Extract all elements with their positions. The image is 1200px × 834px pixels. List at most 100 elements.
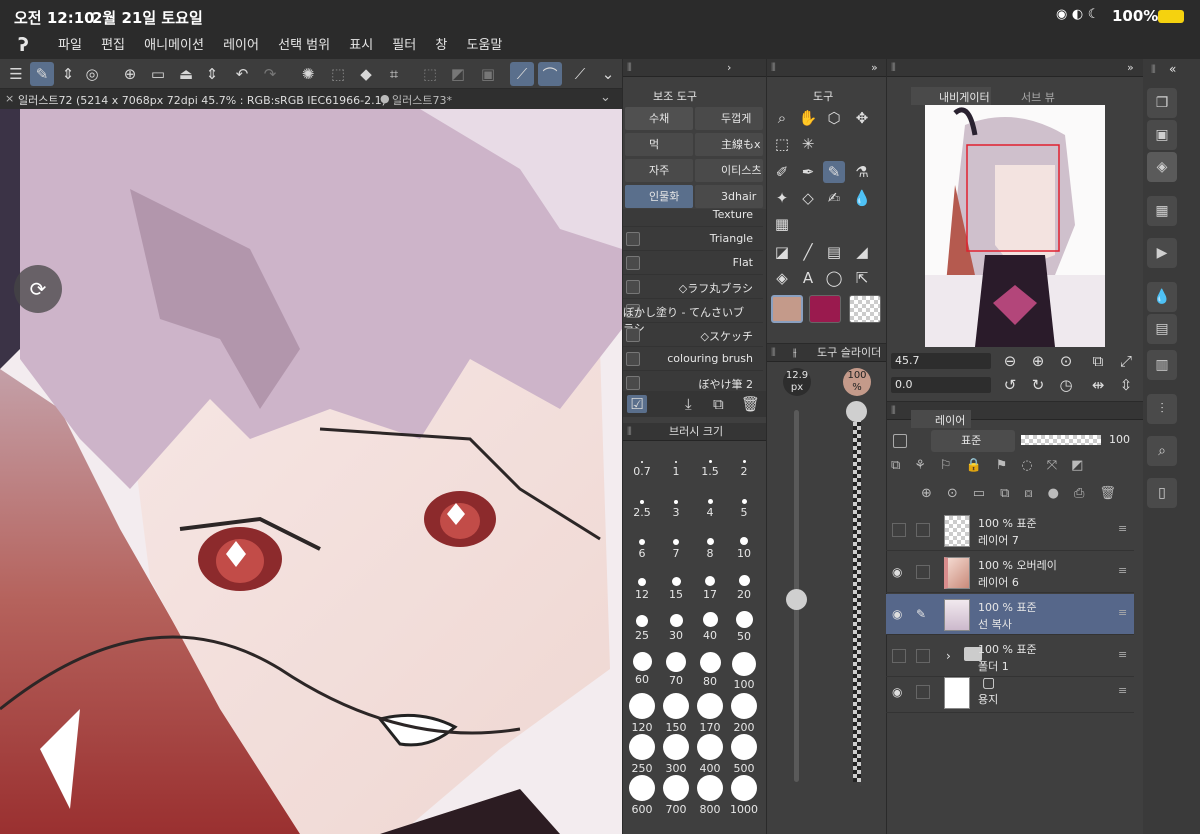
fullscreen-icon[interactable]: ⤢: [1115, 350, 1137, 372]
chevron-down-icon[interactable]: ⌄: [596, 62, 620, 86]
actual-size-icon[interactable]: ⊙: [1055, 350, 1077, 372]
brush-row[interactable]: ◇ラフ丸ブラシ: [623, 275, 763, 299]
brush-size-option[interactable]: 7: [659, 527, 693, 567]
open-folder-icon[interactable]: ▭: [146, 62, 170, 86]
correct-line-icon[interactable]: ⇱: [851, 267, 873, 289]
zoom-out-icon[interactable]: ⊖: [999, 350, 1021, 372]
airbrush-icon[interactable]: ⚗: [851, 161, 873, 183]
opacity-slider-track[interactable]: [853, 410, 861, 782]
rotate-right-icon[interactable]: ↻: [1027, 374, 1049, 396]
transparent-color-swatch[interactable]: [849, 295, 881, 323]
app-logo-icon[interactable]: ʔ: [18, 34, 29, 56]
brush-size-option[interactable]: 2: [727, 445, 761, 485]
sidebar-book-icon[interactable]: ▯: [1147, 478, 1177, 508]
layer-property-toolbar[interactable]: ⧉⚘⚐🔒⚑◌⤧◩: [891, 458, 1141, 482]
fill-bucket-icon[interactable]: ◈: [771, 267, 793, 289]
brush-size-option[interactable]: 400: [693, 732, 727, 775]
magic-wand-icon[interactable]: ✳: [797, 133, 819, 155]
lock-box[interactable]: [916, 565, 930, 579]
drag-handle-icon[interactable]: ≡: [1118, 564, 1127, 577]
rotate-field[interactable]: 0.0: [891, 377, 991, 393]
brush-size-option[interactable]: 120: [625, 691, 659, 734]
flip-horizontal-icon[interactable]: ⇹: [1087, 374, 1109, 396]
subtool-thick[interactable]: 두껍게 칠: [695, 107, 763, 148]
opacity-bar[interactable]: [1021, 435, 1101, 445]
size-slider-handle[interactable]: [786, 589, 807, 610]
fill-icon[interactable]: ◆: [354, 62, 378, 86]
brush-size-option[interactable]: 80: [693, 650, 727, 690]
tab-subview[interactable]: 서브 뷰: [999, 87, 1059, 105]
menu-filter[interactable]: 필터: [392, 32, 416, 59]
pencil-edit-icon[interactable]: ✎: [916, 607, 930, 621]
ruler-snap-icon[interactable]: ⟋: [510, 62, 534, 86]
gradient-icon[interactable]: ◪: [771, 241, 793, 263]
navigator-preview[interactable]: [925, 105, 1105, 347]
tab-active[interactable]: 일러스트72 (5214 x 7068px 72dpi 45.7% : RGB:…: [18, 92, 386, 108]
brush-row[interactable]: ぼかし塗り - てんさいブラシ: [623, 299, 763, 335]
panel-collapse-icon[interactable]: ›: [727, 59, 731, 77]
subtool-jaju[interactable]: 자주: [625, 159, 693, 182]
brush-size-option[interactable]: 1.5: [693, 445, 727, 485]
sidebar-drops-icon[interactable]: 💧: [1147, 282, 1177, 312]
menu-file[interactable]: 파일: [58, 32, 82, 59]
brush-size-option[interactable]: 60: [625, 650, 659, 690]
drag-handle-icon[interactable]: ≡: [1118, 684, 1127, 697]
deselect-icon[interactable]: ⬚: [418, 62, 442, 86]
brush-size-option[interactable]: 6: [625, 527, 659, 567]
reset-rotate-icon[interactable]: ◷: [1055, 374, 1077, 396]
move-icon[interactable]: ✥: [851, 107, 873, 129]
tab-list-chevron-icon[interactable]: ⌄: [600, 90, 611, 105]
sidebar-film-icon[interactable]: ▥: [1147, 350, 1177, 380]
brush-size-option[interactable]: 170: [693, 691, 727, 734]
eye-icon[interactable]: ◉: [892, 607, 906, 621]
brush-size-option[interactable]: 2.5: [625, 486, 659, 526]
checkbox[interactable]: [626, 328, 640, 342]
visibility-box[interactable]: [892, 649, 906, 663]
grip-icon[interactable]: ⦀: [771, 59, 776, 77]
layer-color-icon[interactable]: [893, 434, 907, 448]
brush-snap-icon[interactable]: ⌒: [538, 62, 562, 86]
brush-row[interactable]: ぼやけ筆 2: [623, 371, 763, 391]
subtool-ink[interactable]: 먹: [625, 133, 693, 156]
menu-layer[interactable]: 레이어: [223, 32, 259, 59]
drag-handle-icon[interactable]: ≡: [1118, 648, 1127, 661]
flip-vertical-icon[interactable]: ⇳: [1115, 374, 1137, 396]
fit-icon[interactable]: ⧉: [1087, 350, 1109, 372]
menu-selection[interactable]: 선택 범위: [278, 32, 330, 59]
brush-size-option[interactable]: 100: [727, 650, 761, 691]
subtool-watercolor[interactable]: 수채: [625, 107, 693, 130]
brush-row[interactable]: colouring brush: [623, 347, 763, 371]
menu-animation[interactable]: 애니메이션: [144, 32, 204, 59]
new-file-icon[interactable]: ⊕: [118, 62, 142, 86]
zoom-icon[interactable]: ⌕: [771, 107, 793, 129]
blend-icon[interactable]: ✍: [823, 187, 845, 209]
brush-size-option[interactable]: 500: [727, 732, 761, 775]
checkbox[interactable]: [626, 280, 640, 294]
subtool-portrait[interactable]: 인물화: [625, 185, 693, 208]
brush-size-option[interactable]: 700: [659, 773, 693, 816]
sidebar-animation-icon[interactable]: ▶: [1147, 238, 1177, 268]
eyedropper-icon[interactable]: ✐: [771, 161, 793, 183]
eraser-icon[interactable]: ◇: [797, 187, 819, 209]
visibility-box[interactable]: [892, 523, 906, 537]
pen-line-icon[interactable]: ⟋: [568, 62, 592, 86]
tool-tab[interactable]: 도구: [791, 87, 851, 105]
pen-icon[interactable]: ✒: [797, 161, 819, 183]
brush-size-option[interactable]: 250: [625, 732, 659, 775]
zoom-in-icon[interactable]: ⊕: [1027, 350, 1049, 372]
rotate-reset-icon[interactable]: ⟳: [14, 265, 62, 313]
layer-row[interactable]: ◉ ▢ 용지 ≡: [886, 672, 1134, 713]
drag-handle-icon[interactable]: ≡: [1118, 522, 1127, 535]
redo-icon[interactable]: ↷: [258, 62, 282, 86]
balloon-icon[interactable]: ◯: [823, 267, 845, 289]
line-icon[interactable]: ╱: [797, 241, 819, 263]
brush-row[interactable]: Triangle: [623, 227, 763, 251]
spiral-icon[interactable]: ◎: [80, 62, 104, 86]
grip-icon[interactable]: ⦀: [627, 423, 632, 441]
menu-view[interactable]: 표시: [349, 32, 373, 59]
loading-icon[interactable]: ✺: [296, 62, 320, 86]
checklist-icon[interactable]: ☑: [627, 395, 647, 413]
hamburger-icon[interactable]: ☰: [4, 62, 28, 86]
ruler-icon[interactable]: ◢: [851, 241, 873, 263]
brush-size-option[interactable]: 600: [625, 773, 659, 816]
